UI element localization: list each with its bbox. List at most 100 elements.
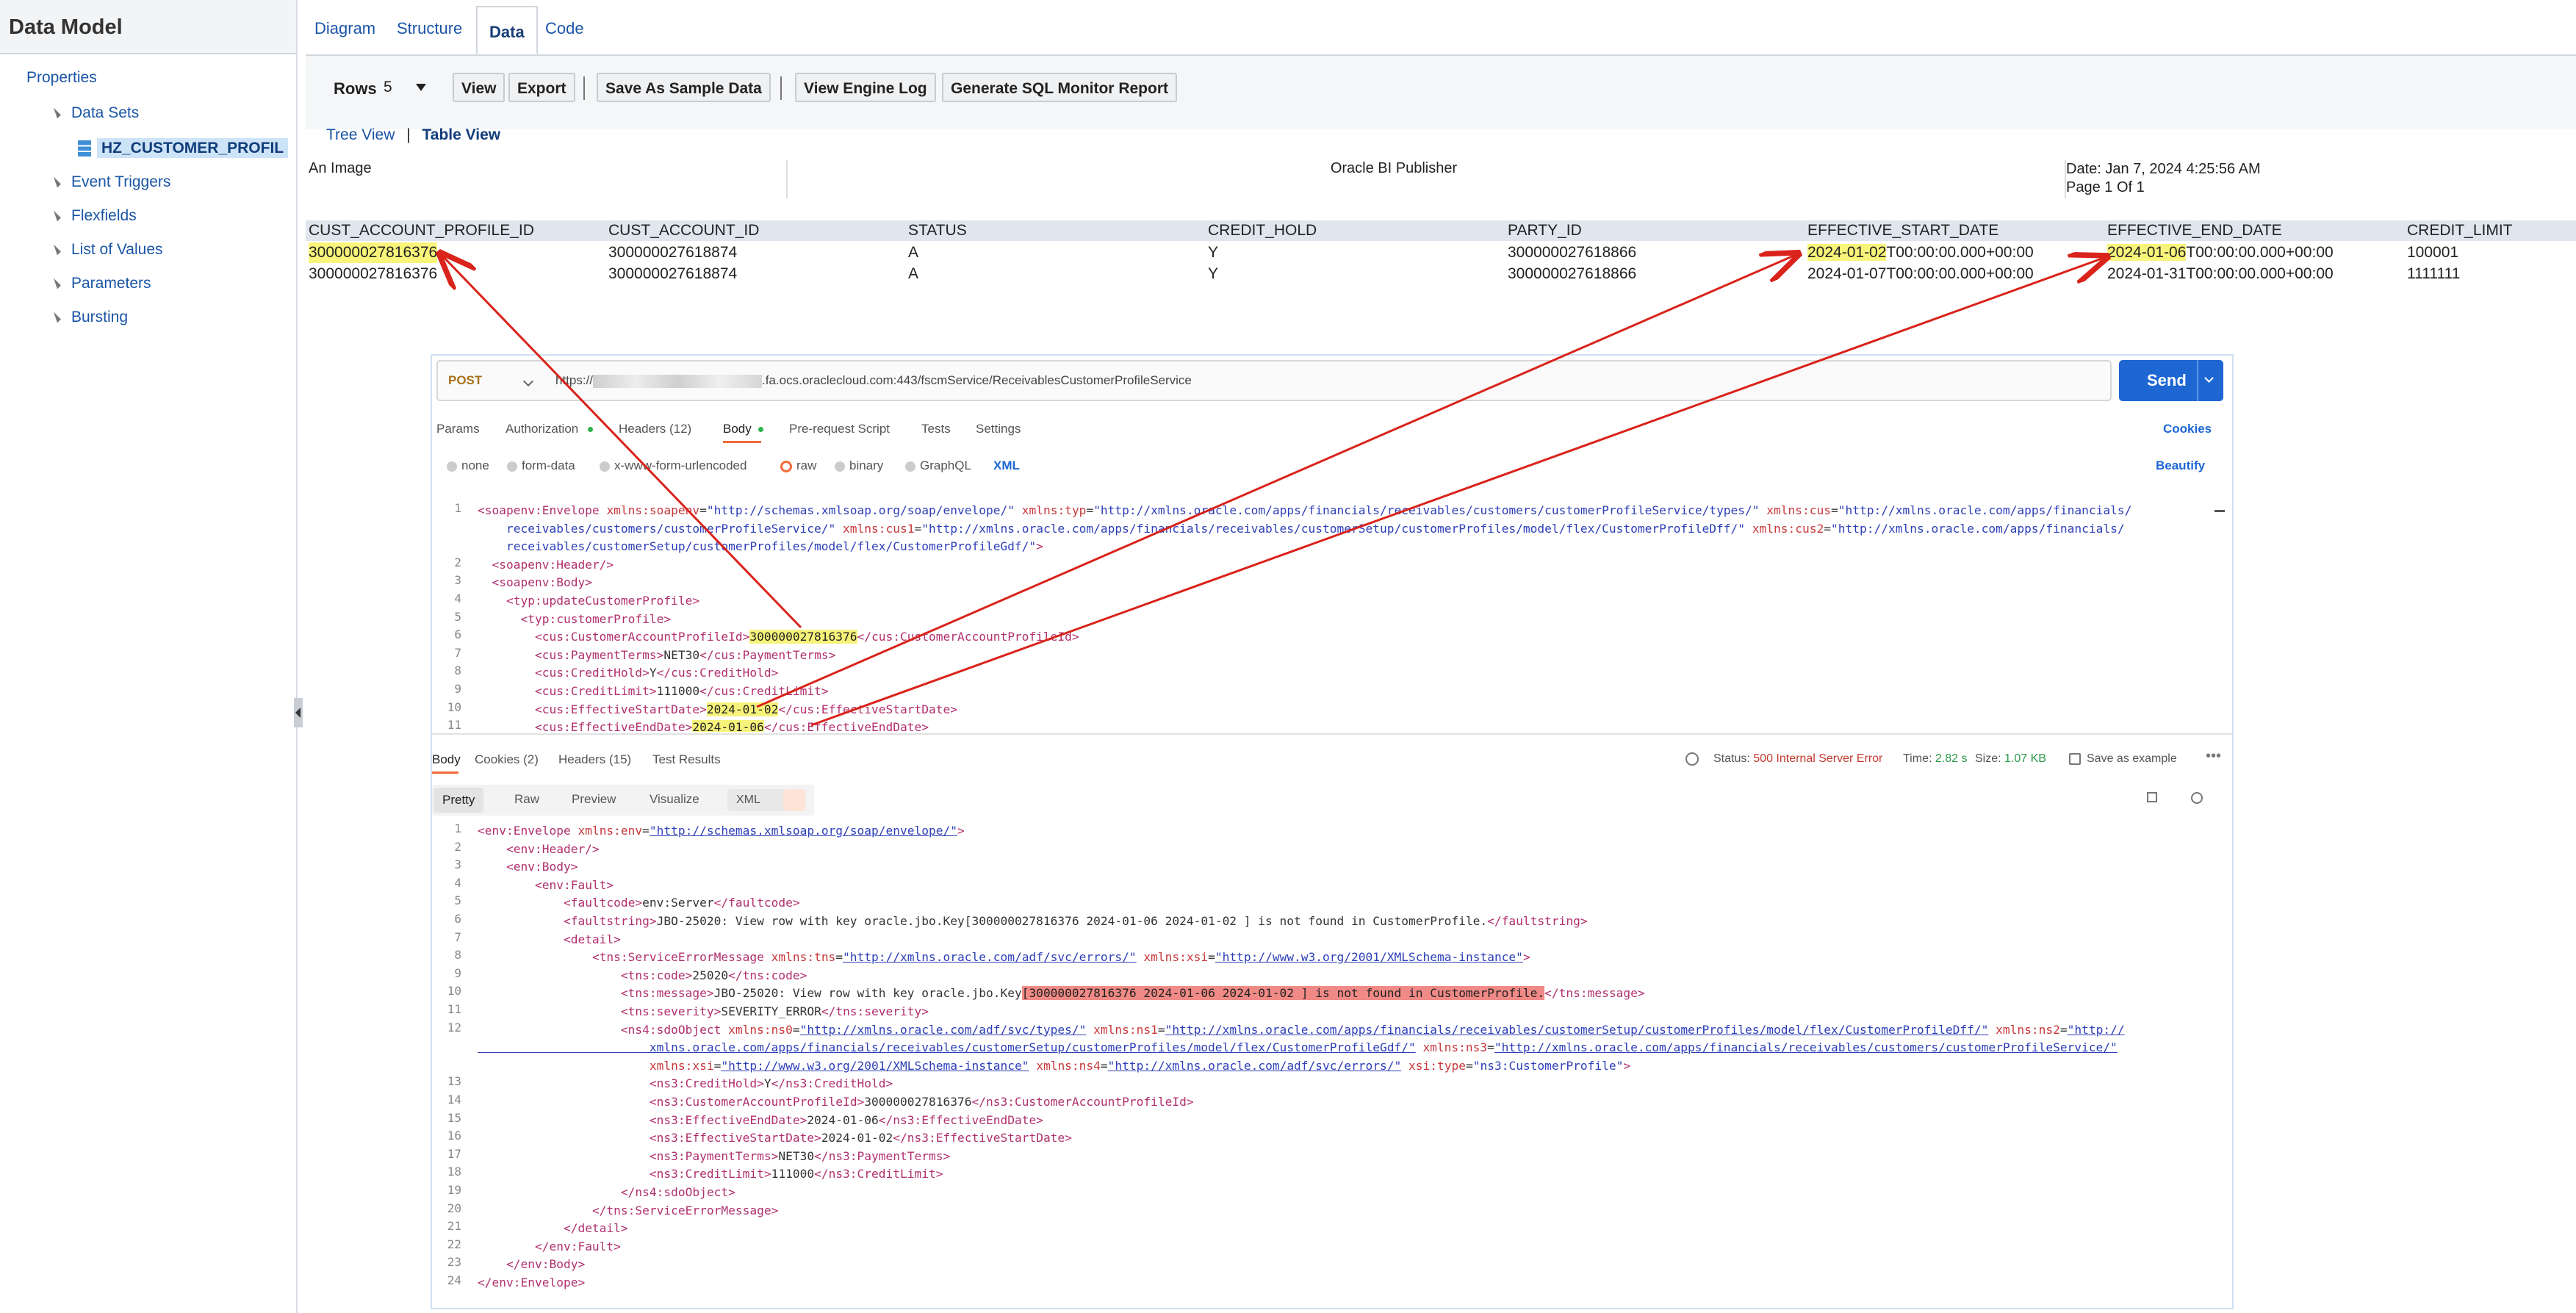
cookies-link[interactable]: Cookies <box>2163 422 2212 436</box>
view-engine-log-button[interactable]: View Engine Log <box>795 73 936 102</box>
code-token: xmlns:ns1 <box>1093 1022 1158 1037</box>
scrollbar-thumb[interactable] <box>2215 510 2225 512</box>
properties-link[interactable]: Properties <box>26 69 97 87</box>
search-icon[interactable] <box>2191 792 2203 804</box>
code-token: = <box>642 824 650 838</box>
table-view-link[interactable]: Table View <box>422 126 501 143</box>
tab-code[interactable]: Code <box>545 19 584 38</box>
code-line: 2 <env:Header/> <box>432 840 2225 858</box>
export-button[interactable]: Export <box>508 73 575 102</box>
chevron-down-icon[interactable] <box>2204 373 2214 383</box>
method-select[interactable]: POST <box>448 373 482 388</box>
line-number: 2 <box>454 839 461 854</box>
tab-pretty[interactable]: Pretty <box>433 788 484 813</box>
table-cell: 300000027618866 <box>1508 244 1637 261</box>
highlight-start-date: 2024-01-02 <box>1807 244 1887 261</box>
tab-tests[interactable]: Tests <box>921 422 951 436</box>
collapse-triangle-icon[interactable] <box>50 278 61 289</box>
code-token: xmlns:ns3 <box>1422 1040 1488 1055</box>
code-token: "http://schemas.xmlsoap.org/soap/envelop… <box>649 824 957 838</box>
code-token: </detail> <box>563 1221 628 1236</box>
tab-pre-request-script[interactable]: Pre-request Script <box>789 422 890 436</box>
code-token: </tns:message> <box>1544 986 1645 1001</box>
tree-item-data-sets[interactable]: Data Sets <box>50 104 139 122</box>
code-token: NET30 <box>663 647 700 662</box>
panel-collapse-handle[interactable] <box>294 698 303 727</box>
tab-headers[interactable]: Headers (12) <box>619 422 691 436</box>
tab-structure[interactable]: Structure <box>397 19 462 38</box>
resp-tab-test-results[interactable]: Test Results <box>652 752 721 767</box>
tree-item-bursting[interactable]: Bursting <box>50 309 128 326</box>
tab-body[interactable]: Body <box>723 422 752 436</box>
code-token: "http://xmlns.oracle.com/apps/financials… <box>921 521 1746 536</box>
send-button[interactable]: Send <box>2119 360 2223 401</box>
code-line: 7 <detail> <box>432 930 2225 949</box>
tab-settings[interactable]: Settings <box>976 422 1021 436</box>
copy-icon[interactable] <box>2147 792 2157 802</box>
code-token: = <box>1831 503 1838 517</box>
rows-select[interactable]: 5 <box>384 75 428 100</box>
view-button[interactable]: View <box>453 73 506 102</box>
body-language-select[interactable]: XML <box>993 458 1020 473</box>
tree-item-hz-customer-profile[interactable]: HZ_CUSTOMER_PROFIL <box>78 138 289 158</box>
table-cell: A <box>908 244 919 261</box>
data-set-label: HZ_CUSTOMER_PROFIL <box>97 138 289 158</box>
tab-visualize[interactable]: Visualize <box>650 792 699 807</box>
save-as-sample-data-button[interactable]: Save As Sample Data <box>597 73 771 102</box>
code-token: <cus:CustomerAccountProfileId> <box>534 630 750 644</box>
resp-tab-body[interactable]: Body <box>432 752 461 767</box>
collapse-triangle-icon[interactable] <box>50 245 61 256</box>
code-token: NET30 <box>778 1148 815 1163</box>
beautify-link[interactable]: Beautify <box>2156 458 2205 473</box>
collapse-triangle-icon[interactable] <box>50 108 61 119</box>
tab-raw[interactable]: Raw <box>514 792 539 807</box>
tree-view-link[interactable]: Tree View <box>326 126 395 143</box>
column-header: EFFECTIVE_END_DATE <box>2107 222 2282 239</box>
tab-authorization[interactable]: Authorization <box>506 422 578 436</box>
radio-graphql[interactable]: GraphQL <box>905 458 971 473</box>
code-line: 6 <cus:CustomerAccountProfileId>30000002… <box>432 627 2225 646</box>
globe-icon[interactable] <box>1685 752 1699 766</box>
radio-x-www-form-urlencoded[interactable]: x-www-form-urlencoded <box>600 458 746 473</box>
resp-tab-cookies[interactable]: Cookies (2) <box>475 752 539 767</box>
tab-params[interactable]: Params <box>436 422 480 436</box>
wrap-lines-icon[interactable] <box>783 789 805 811</box>
code-line: 12 <ns4:sdoObject xmlns:ns0="http://xmln… <box>432 1021 2225 1039</box>
radio-form-data[interactable]: form-data <box>507 458 575 473</box>
save-as-example-button[interactable]: Save as example <box>2087 752 2177 766</box>
collapse-triangle-icon[interactable] <box>50 177 61 188</box>
tree-item-event-triggers[interactable]: Event Triggers <box>50 173 170 191</box>
tree-item-flexfields[interactable]: Flexfields <box>50 207 137 225</box>
save-icon[interactable] <box>2069 753 2081 765</box>
radio-none[interactable]: none <box>447 458 489 473</box>
line-number: 3 <box>454 573 461 588</box>
collapse-triangle-icon[interactable] <box>50 312 61 323</box>
generate-sql-monitor-report-button[interactable]: Generate SQL Monitor Report <box>942 73 1177 102</box>
report-page: Page 1 Of 1 <box>2066 179 2145 195</box>
tree-item-list-of-values[interactable]: List of Values <box>50 241 163 259</box>
code-token: </ns3:PaymentTerms> <box>814 1148 951 1163</box>
tab-diagram[interactable]: Diagram <box>314 19 375 38</box>
url-input[interactable]: https://.fa.ocs.oraclecloud.com:443/fscm… <box>555 373 1192 388</box>
response-language-select[interactable]: XML <box>727 789 785 811</box>
request-body-editor[interactable]: 1 <soapenv:Envelope xmlns:soapenv="http:/… <box>432 495 2225 732</box>
tab-data[interactable]: Data <box>476 6 538 54</box>
radio-binary[interactable]: binary <box>835 458 883 473</box>
line-number: 11 <box>447 718 461 732</box>
collapse-triangle-icon[interactable] <box>50 211 61 222</box>
code-text: <cus:CustomerAccountProfileId>3000000278… <box>478 627 1079 646</box>
active-tab-underline <box>432 771 458 774</box>
tab-preview[interactable]: Preview <box>572 792 616 807</box>
more-options-icon[interactable]: ••• <box>2206 748 2221 765</box>
data-model-panel: Data Model Properties Data Sets HZ_CUSTO… <box>0 0 298 1313</box>
radio-raw[interactable]: raw <box>780 458 816 473</box>
line-number: 1 <box>454 821 461 835</box>
highlighted-value: 2024-01-06 <box>692 720 764 732</box>
resp-tab-headers[interactable]: Headers (15) <box>558 752 631 767</box>
tree-item-parameters[interactable]: Parameters <box>50 275 151 292</box>
code-line: 16 <ns3:EffectiveStartDate>2024-01-02</n… <box>432 1129 2225 1147</box>
chevron-down-icon[interactable] <box>522 375 534 387</box>
